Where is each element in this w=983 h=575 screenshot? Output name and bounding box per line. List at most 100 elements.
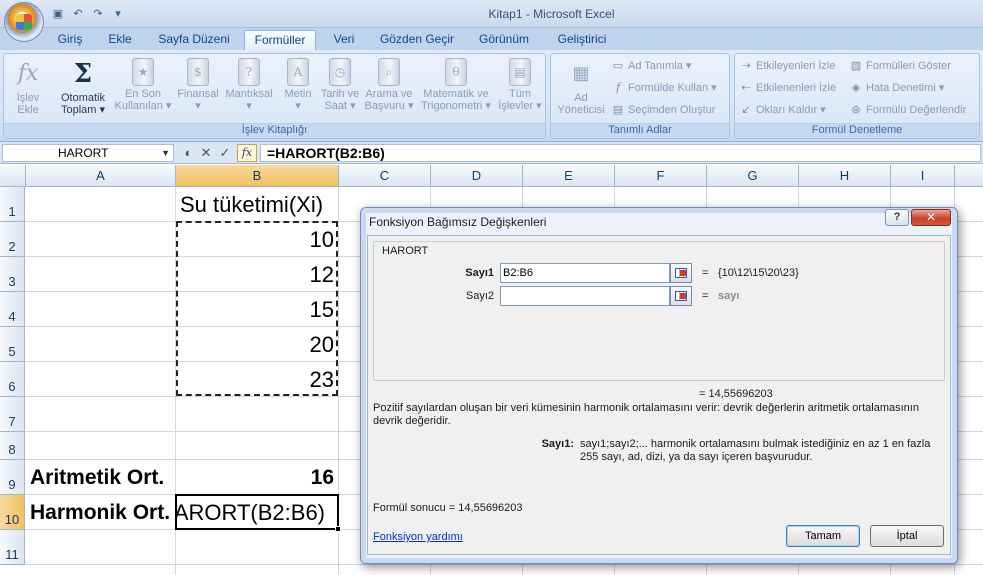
column-header-c[interactable]: C [339, 165, 431, 187]
more-functions-book-icon: ▤ [509, 58, 531, 86]
close-icon[interactable]: ✕ [911, 209, 951, 226]
create-from-selection-button[interactable]: ▤ Seçimden Oluştur [611, 101, 716, 119]
autosum-button[interactable]: Σ Otomatik Toplam ▾ [54, 58, 112, 116]
row-header-11[interactable]: 11 [0, 530, 25, 565]
title-bar: ▣ ↶ ↷ ▾ Kitap1 - Microsoft Excel [0, 0, 983, 28]
arg1-input[interactable]: B2:B6 [500, 263, 670, 283]
arg2-result: sayı [718, 290, 740, 302]
sigma-icon: Σ [73, 59, 93, 89]
group-label-defined-names: Tanımlı Adlar [551, 123, 729, 138]
trace-precedents-icon: ⇢ [741, 60, 751, 73]
tab-view[interactable]: Görünüm [472, 30, 536, 50]
error-checking-icon: ◈ [851, 82, 861, 95]
chevron-down-icon[interactable]: ▼ [161, 145, 170, 161]
row-header-2[interactable]: 2 [0, 222, 25, 257]
help-question-icon[interactable]: ? [885, 209, 909, 226]
insert-function-button[interactable]: fx İşlev Ekle [8, 58, 48, 116]
column-header-g[interactable]: G [707, 165, 799, 187]
row-header-7[interactable]: 7 [0, 397, 25, 432]
formula-bar-splitter-icon[interactable]: ◖ [178, 145, 196, 161]
row-header-1[interactable]: 1 [0, 187, 25, 222]
copy-marquee [176, 221, 338, 396]
math-trig-button[interactable]: θ Matematik ve Trigonometri ▾ [416, 58, 496, 112]
evaluate-formula-icon: ⊛ [851, 104, 861, 117]
show-formulas-icon: ▧ [850, 60, 862, 73]
tab-home[interactable]: Giriş [48, 30, 92, 50]
ribbon-tabs: Giriş Ekle Sayfa Düzeni Formüller Veri G… [0, 28, 983, 50]
cancel-icon[interactable]: ✕ [197, 145, 215, 161]
tab-page-layout[interactable]: Sayfa Düzeni [152, 30, 236, 50]
arg2-input[interactable] [500, 286, 670, 306]
tab-data[interactable]: Veri [326, 30, 362, 50]
row-header-10[interactable]: 10 [0, 495, 25, 530]
logical-button[interactable]: ? Mantıksal ▾ [222, 58, 276, 112]
tab-developer[interactable]: Geliştirici [550, 30, 614, 50]
arguments-fieldset: HARORT Sayı1 B2:B6 = {10\12\15\20\23} Sa… [373, 241, 945, 381]
select-all-button[interactable] [0, 165, 26, 187]
cell-b9[interactable]: 16 [180, 463, 334, 493]
more-functions-button[interactable]: ▤ Tüm İşlevler ▾ [496, 58, 544, 112]
trace-precedents-button[interactable]: ⇢ Etkileyenleri İzle [739, 57, 835, 75]
error-checking-button[interactable]: ◈ Hata Denetimi ▾ [849, 79, 945, 97]
recently-used-button[interactable]: ★ En Son Kullanılan ▾ [112, 58, 174, 112]
enter-icon[interactable]: ✓ [216, 145, 234, 161]
function-description: Pozitif sayılardan oluşan bir veri kümes… [373, 402, 919, 427]
office-logo-icon [16, 14, 32, 30]
column-header-b[interactable]: B [176, 165, 339, 187]
text-button[interactable]: A Metin ▾ [278, 58, 318, 112]
lookup-reference-button[interactable]: ⌕ Arama ve Başvuru ▾ [362, 58, 416, 112]
column-header-d[interactable]: D [431, 165, 523, 187]
theta-book-icon: θ [445, 58, 467, 86]
row-header-9[interactable]: 9 [0, 460, 25, 495]
recent-book-icon: ★ [132, 58, 154, 86]
ok-button[interactable]: Tamam [786, 525, 860, 547]
define-name-button[interactable]: ▭ Ad Tanımla ▾ [611, 57, 692, 75]
cell-b1[interactable]: Su tüketimi(Xi) [180, 190, 323, 220]
tab-formulas[interactable]: Formüller [244, 30, 316, 50]
gridline [25, 564, 983, 565]
column-header-h[interactable]: H [799, 165, 891, 187]
arg1-result: {10\12\15\20\23} [718, 267, 799, 279]
column-header-a[interactable]: A [26, 165, 176, 187]
column-header-f[interactable]: F [615, 165, 707, 187]
row-header-4[interactable]: 4 [0, 292, 25, 327]
use-in-formula-button[interactable]: f Formülde Kullan ▾ [611, 79, 717, 97]
row-header-3[interactable]: 3 [0, 257, 25, 292]
arg1-label: Sayı1 [465, 267, 494, 279]
insert-function-fx-button[interactable]: fx [237, 144, 257, 162]
trace-dependents-button[interactable]: ⇠ Etkilenenleri İzle [739, 79, 836, 97]
arg-description: sayı1;sayı2;... harmonik ortalamasını bu… [580, 438, 931, 463]
cancel-button[interactable]: İptal [870, 525, 944, 547]
office-button[interactable] [4, 2, 44, 42]
group-label-formula-auditing: Formül Denetleme [735, 123, 979, 138]
tab-insert[interactable]: Ekle [100, 30, 140, 50]
formula-result: Formül sonucu = 14,55696203 [373, 502, 523, 514]
show-formulas-button[interactable]: ▧ Formülleri Göster [849, 57, 951, 75]
cell-a10[interactable]: Harmonik Ort. [30, 498, 170, 528]
group-defined-names: ▦ Ad Yöneticisi ▭ Ad Tanımla ▾ f Formülde … [550, 53, 730, 139]
formula-input[interactable]: =HARORT(B2:B6) [260, 144, 981, 162]
column-header-e[interactable]: E [523, 165, 615, 187]
cell-a9[interactable]: Aritmetik Ort. [30, 463, 164, 493]
date-time-button[interactable]: ◷ Tarih ve Saat ▾ [318, 58, 362, 112]
row-header-8[interactable]: 8 [0, 432, 25, 460]
range-selector-icon[interactable] [670, 286, 692, 306]
name-manager-button[interactable]: ▦ Ad Yöneticisi [555, 58, 607, 116]
financial-button[interactable]: $ Finansal ▾ [174, 58, 222, 112]
dialog-body: HARORT Sayı1 B2:B6 = {10\12\15\20\23} Sa… [367, 235, 951, 555]
arg2-equals: = [702, 290, 709, 302]
fill-handle[interactable] [335, 526, 341, 532]
formula-bar: HARORT ▼ ◖ ✕ ✓ fx =HARORT(B2:B6) [0, 142, 983, 164]
function-help-link[interactable]: Fonksiyon yardımı [373, 531, 463, 543]
logical-book-icon: ? [238, 58, 260, 86]
group-formula-auditing: ⇢ Etkileyenleri İzle ⇠ Etkilenenleri İzle … [734, 53, 980, 139]
evaluate-formula-button[interactable]: ⊛ Formülü Değerlendir [849, 101, 966, 119]
remove-arrows-button[interactable]: ↙ Okları Kaldır ▾ [739, 101, 825, 119]
tab-review[interactable]: Gözden Geçir [376, 30, 458, 50]
range-selector-icon[interactable] [670, 263, 692, 283]
active-cell-b10[interactable]: =HARORT(B2:B6) [175, 494, 339, 530]
name-box[interactable]: HARORT ▼ [2, 144, 174, 162]
row-header-5[interactable]: 5 [0, 327, 25, 362]
row-header-6[interactable]: 6 [0, 362, 25, 397]
column-header-i[interactable]: I [891, 165, 955, 187]
